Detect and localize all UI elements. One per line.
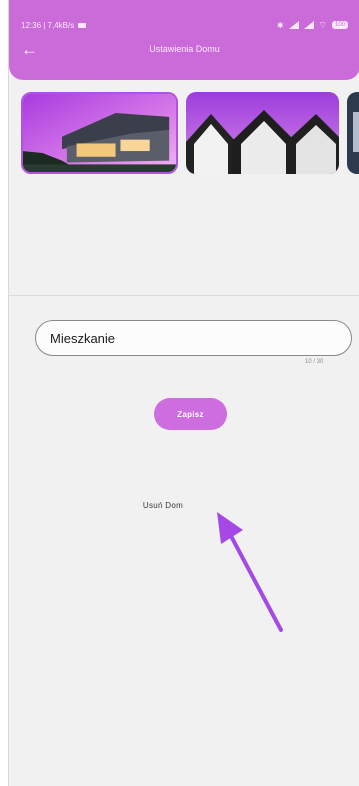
status-left: 12:36 | 7,4kB/s: [21, 20, 87, 30]
house-name-input[interactable]: [35, 320, 352, 356]
page-title: Ustawienia Domu: [149, 44, 220, 54]
status-time: 12:36 | 7,4kB/s: [21, 20, 75, 30]
bluetooth-icon: ✱: [276, 20, 284, 30]
house-image-partial: [347, 92, 359, 174]
wifi-icon: ⌔: [318, 19, 327, 30]
house-image-card-2[interactable]: [186, 92, 339, 174]
status-bar: 12:36 | 7,4kB/s ✱ ⌔ 100: [21, 18, 348, 32]
delete-house-button[interactable]: Usuń Dom: [135, 501, 191, 510]
divider: [9, 295, 359, 296]
signal-icon-2: [303, 21, 314, 29]
app-screen: 12:36 | 7,4kB/s ✱ ⌔ 100 ← Ustawienia Dom…: [8, 0, 359, 786]
annotation-arrow: [217, 512, 283, 632]
app-bar: 12:36 | 7,4kB/s ✱ ⌔ 100 ← Ustawienia Dom…: [9, 0, 359, 80]
modern-house-image: [23, 94, 176, 172]
save-button[interactable]: Zapisz: [154, 398, 227, 430]
status-right: ✱ ⌔ 100: [276, 19, 348, 30]
house-image-carousel[interactable]: [21, 92, 359, 174]
message-icon: [78, 22, 87, 28]
gabled-houses-image: [186, 92, 339, 174]
signal-icon: [288, 21, 299, 29]
house-image-card-3[interactable]: [347, 92, 359, 174]
house-image-card-1[interactable]: [21, 92, 178, 174]
battery-icon: 100: [332, 21, 348, 29]
character-counter: 10 / 30: [305, 359, 324, 365]
